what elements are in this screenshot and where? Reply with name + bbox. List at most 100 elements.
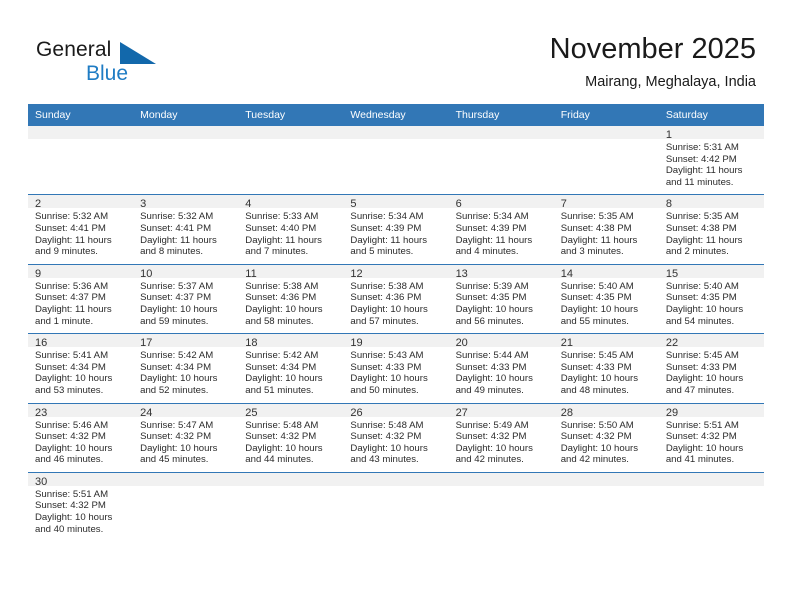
sunrise-text: Sunrise: 5:34 AM [455, 211, 529, 223]
sunset-text: Sunset: 4:34 PM [35, 361, 106, 373]
weekday-header-wednesday: Wednesday [343, 104, 449, 126]
weekday-header-saturday: Saturday [658, 104, 764, 126]
calendar-empty-cell [28, 126, 134, 195]
day-sun-info: Sunrise: 5:47 AM Sunset: 4:32 PM Daylight:… [133, 417, 238, 472]
sunrise-text: Sunrise: 5:45 AM [665, 350, 739, 362]
day-number: 23 [28, 403, 134, 419]
calendar-day-cell[interactable]: 19 Sunrise: 5:43 AM Sunset: 4:33 PM Dayligh… [343, 333, 449, 403]
sunrise-text: Sunrise: 5:47 AM [140, 419, 214, 431]
calendar-day-cell[interactable]: 30 Sunrise: 5:51 AM Sunset: 4:32 PM Dayligh… [28, 472, 134, 542]
calendar-day-cell[interactable]: 24 Sunrise: 5:47 AM Sunset: 4:32 PM Dayligh… [133, 403, 239, 473]
day-number: 10 [133, 264, 239, 280]
day-sun-info [238, 486, 343, 536]
sunrise-text: Sunrise: 5:44 AM [455, 350, 529, 362]
calendar-day-cell[interactable]: 28 Sunrise: 5:50 AM Sunset: 4:32 PM Dayligh… [553, 403, 659, 473]
sunset-text: Sunset: 4:35 PM [665, 292, 737, 304]
calendar-empty-cell [553, 126, 659, 195]
daylight-text: Daylight: 10 hours and 47 minutes. [665, 373, 744, 396]
calendar-day-cell[interactable]: 21 Sunrise: 5:45 AM Sunset: 4:33 PM Dayligh… [553, 333, 659, 403]
day-number: 30 [28, 472, 134, 488]
day-sun-info: Sunrise: 5:31 AM Sunset: 4:42 PM Daylight:… [659, 139, 764, 194]
calendar-table: Sunday Monday Tuesday Wednesday Thursday… [28, 104, 764, 542]
calendar-day-cell[interactable]: 7 Sunrise: 5:35 AM Sunset: 4:38 PM Daylight… [553, 194, 659, 265]
page-title: November 2025 [549, 33, 756, 65]
day-sun-info [133, 486, 238, 536]
sunrise-text: Sunrise: 5:40 AM [665, 280, 739, 292]
calendar-day-cell[interactable]: 11 Sunrise: 5:38 AM Sunset: 4:36 PM Dayligh… [238, 264, 344, 334]
daylight-text: Daylight: 10 hours and 54 minutes. [665, 303, 744, 327]
calendar-day-cell[interactable]: 16 Sunrise: 5:41 AM Sunset: 4:34 PM Dayligh… [28, 333, 134, 403]
day-number: 2 [28, 195, 134, 210]
title-block: November 2025 Mairang, Meghalaya, India [550, 32, 756, 92]
sunset-text: Sunset: 4:36 PM [245, 292, 317, 304]
daylight-text: Daylight: 10 hours and 56 minutes. [455, 303, 533, 327]
sunrise-text: Sunrise: 5:32 AM [35, 211, 109, 223]
day-sun-info: Sunrise: 5:34 AM Sunset: 4:39 PM Daylight:… [343, 208, 448, 263]
calendar-day-cell[interactable]: 2 Sunrise: 5:32 AM Sunset: 4:41 PM Daylight… [28, 194, 134, 265]
day-number: 15 [658, 264, 764, 280]
day-number [448, 126, 554, 139]
day-number: 8 [658, 195, 764, 210]
calendar-empty-cell [343, 472, 449, 542]
sunrise-text: Sunrise: 5:42 AM [140, 350, 214, 362]
daylight-text: Daylight: 11 hours and 1 minute. [35, 303, 112, 327]
calendar-day-cell[interactable]: 5 Sunrise: 5:34 AM Sunset: 4:39 PM Daylight… [343, 194, 449, 265]
sunrise-text: Sunrise: 5:41 AM [35, 350, 109, 362]
day-number [238, 126, 344, 139]
calendar-day-cell[interactable]: 10 Sunrise: 5:37 AM Sunset: 4:37 PM Dayligh… [133, 264, 239, 334]
day-sun-info: Sunrise: 5:42 AM Sunset: 4:34 PM Daylight:… [133, 347, 238, 402]
sunset-text: Sunset: 4:37 PM [35, 292, 106, 304]
calendar-day-cell[interactable]: 9 Sunrise: 5:36 AM Sunset: 4:37 PM Daylight… [28, 264, 134, 334]
day-sun-info: Sunrise: 5:48 AM Sunset: 4:32 PM Daylight:… [238, 417, 343, 472]
day-number: 19 [343, 334, 449, 349]
sunset-text: Sunset: 4:35 PM [455, 292, 527, 304]
day-sun-info: Sunrise: 5:33 AM Sunset: 4:40 PM Daylight:… [238, 208, 343, 263]
page-subtitle: Mairang, Meghalaya, India [585, 74, 756, 90]
daylight-text: Daylight: 10 hours and 42 minutes. [560, 442, 639, 466]
calendar-day-cell[interactable]: 23 Sunrise: 5:46 AM Sunset: 4:32 PM Dayligh… [28, 403, 134, 473]
calendar-day-cell[interactable]: 18 Sunrise: 5:42 AM Sunset: 4:34 PM Dayligh… [238, 333, 344, 403]
daylight-text: Daylight: 11 hours and 2 minutes. [665, 234, 743, 258]
calendar-week-row: 16 Sunrise: 5:41 AM Sunset: 4:34 PM Dayligh… [28, 333, 764, 403]
sunset-text: Sunset: 4:33 PM [665, 361, 737, 373]
day-number [343, 472, 449, 486]
daylight-text: Daylight: 11 hours and 8 minutes. [140, 234, 217, 258]
calendar-day-cell[interactable]: 22 Sunrise: 5:45 AM Sunset: 4:33 PM Dayligh… [658, 333, 764, 403]
calendar-day-cell[interactable]: 3 Sunrise: 5:32 AM Sunset: 4:41 PM Daylight… [133, 194, 239, 265]
calendar-day-cell[interactable]: 4 Sunrise: 5:33 AM Sunset: 4:40 PM Daylight… [238, 194, 344, 265]
day-number: 11 [238, 264, 344, 280]
sunrise-text: Sunrise: 5:39 AM [455, 280, 529, 292]
calendar-day-cell[interactable]: 27 Sunrise: 5:49 AM Sunset: 4:32 PM Dayligh… [448, 403, 554, 473]
day-number: 3 [133, 195, 239, 210]
calendar-day-cell[interactable]: 15 Sunrise: 5:40 AM Sunset: 4:35 PM Dayligh… [658, 264, 764, 334]
calendar-day-cell[interactable]: 1 Sunrise: 5:31 AM Sunset: 4:42 PM Daylight… [658, 126, 764, 195]
calendar-day-cell[interactable]: 6 Sunrise: 5:34 AM Sunset: 4:39 PM Daylight… [448, 194, 554, 265]
calendar-day-cell[interactable]: 12 Sunrise: 5:38 AM Sunset: 4:36 PM Dayligh… [343, 264, 449, 334]
sunset-text: Sunset: 4:38 PM [665, 222, 737, 234]
calendar-day-cell[interactable]: 29 Sunrise: 5:51 AM Sunset: 4:32 PM Dayligh… [658, 403, 764, 473]
sunrise-text: Sunrise: 5:35 AM [665, 211, 739, 223]
sunset-text: Sunset: 4:32 PM [560, 431, 632, 443]
calendar-day-cell[interactable]: 14 Sunrise: 5:40 AM Sunset: 4:35 PM Dayligh… [553, 264, 659, 334]
day-number [553, 126, 659, 139]
day-sun-info: Sunrise: 5:39 AM Sunset: 4:35 PM Daylight:… [449, 278, 554, 333]
calendar-day-cell[interactable]: 20 Sunrise: 5:44 AM Sunset: 4:33 PM Dayligh… [448, 333, 554, 403]
calendar-empty-cell [238, 126, 344, 195]
calendar-day-cell[interactable]: 26 Sunrise: 5:48 AM Sunset: 4:32 PM Dayligh… [343, 403, 449, 473]
sunset-text: Sunset: 4:33 PM [560, 361, 632, 373]
sunset-text: Sunset: 4:33 PM [455, 361, 527, 373]
day-number: 29 [658, 403, 764, 419]
calendar-day-cell[interactable]: 13 Sunrise: 5:39 AM Sunset: 4:35 PM Dayligh… [448, 264, 554, 334]
day-number: 6 [448, 195, 554, 210]
sunset-text: Sunset: 4:40 PM [245, 222, 317, 234]
logo-text-general: General [36, 38, 112, 61]
sunrise-text: Sunrise: 5:50 AM [560, 419, 634, 431]
day-number: 21 [553, 334, 659, 349]
calendar-day-cell[interactable]: 17 Sunrise: 5:42 AM Sunset: 4:34 PM Dayligh… [133, 333, 239, 403]
logo-text-blue: Blue [86, 62, 129, 85]
calendar-day-cell[interactable]: 8 Sunrise: 5:35 AM Sunset: 4:38 PM Daylight… [658, 194, 764, 265]
day-number: 4 [238, 195, 344, 210]
general-blue-logo[interactable]: General Blue [36, 38, 216, 90]
calendar-empty-cell [553, 472, 659, 542]
calendar-day-cell[interactable]: 25 Sunrise: 5:48 AM Sunset: 4:32 PM Dayligh… [238, 403, 344, 473]
